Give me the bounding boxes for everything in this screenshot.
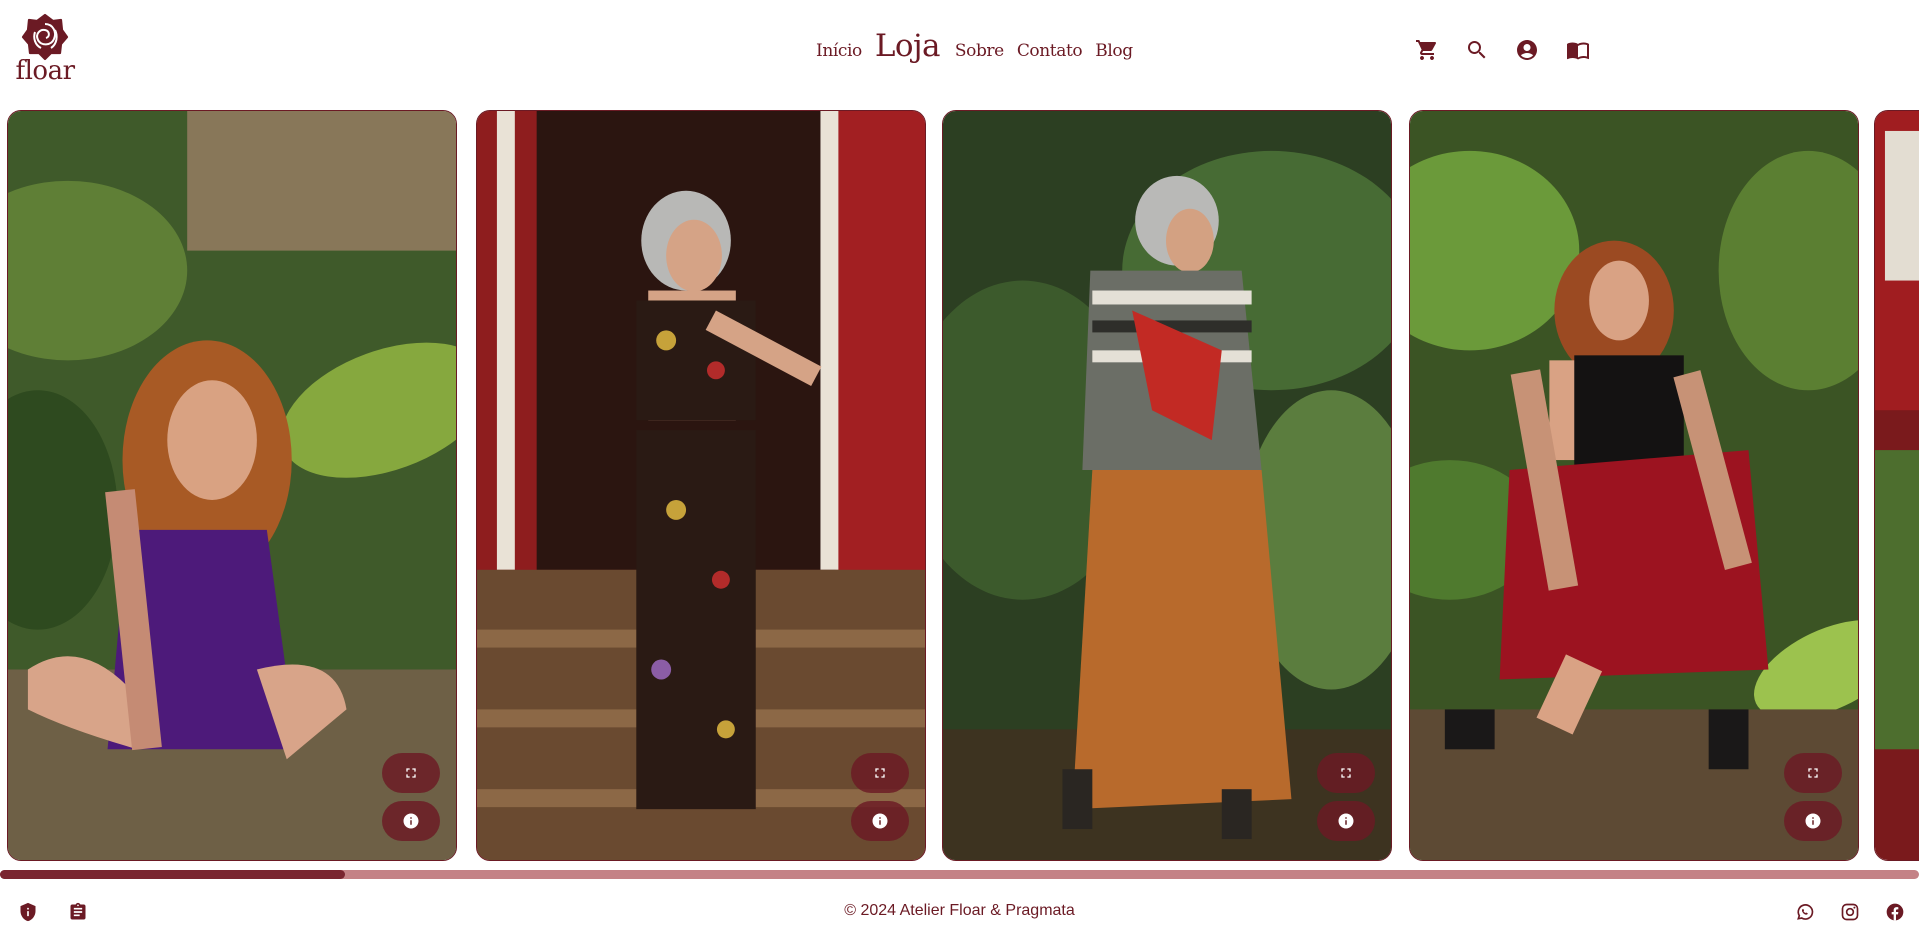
info-icon	[872, 813, 888, 829]
info-button[interactable]	[1784, 801, 1842, 841]
main-nav: Início Loja Sobre Contato Blog	[816, 28, 1146, 68]
fullscreen-icon	[406, 768, 416, 778]
info-icon	[1805, 813, 1821, 829]
nav-link-contato[interactable]: Contato	[1017, 41, 1083, 61]
info-button[interactable]	[1317, 801, 1375, 841]
product-photo[interactable]	[1875, 111, 1919, 860]
whatsapp-icon[interactable]	[1793, 900, 1817, 924]
account-icon[interactable]	[1513, 36, 1541, 64]
info-button[interactable]	[382, 801, 440, 841]
site-header: floar Início Loja Sobre Contato Blog	[0, 0, 1919, 106]
product-card[interactable]	[942, 110, 1392, 861]
site-footer: © 2024 Atelier Floar & Pragmata	[0, 892, 1919, 932]
fullscreen-icon	[1341, 768, 1351, 778]
product-card[interactable]	[1409, 110, 1859, 861]
instagram-icon[interactable]	[1838, 900, 1862, 924]
search-icon[interactable]	[1463, 36, 1491, 64]
nav-link-blog[interactable]: Blog	[1095, 41, 1133, 61]
product-photo[interactable]	[8, 111, 456, 860]
fullscreen-icon	[875, 768, 885, 778]
nav-link-sobre[interactable]: Sobre	[955, 41, 1004, 61]
expand-button[interactable]	[1784, 753, 1842, 793]
product-photo[interactable]	[943, 111, 1391, 860]
nav-link-loja[interactable]: Loja	[875, 28, 941, 64]
product-card[interactable]	[7, 110, 457, 861]
product-card[interactable]	[476, 110, 926, 861]
logo-wordmark: floar	[15, 56, 75, 86]
brand-logo[interactable]: floar	[14, 12, 76, 88]
fullscreen-icon	[1808, 768, 1818, 778]
product-card[interactable]	[1874, 110, 1919, 861]
copyright-text: © 2024 Atelier Floar & Pragmata	[844, 902, 1075, 919]
catalog-icon[interactable]	[1564, 36, 1592, 64]
product-photo[interactable]	[1410, 111, 1858, 860]
expand-button[interactable]	[1317, 753, 1375, 793]
info-icon	[1338, 813, 1354, 829]
cart-icon[interactable]	[1413, 36, 1441, 64]
scrollbar-thumb[interactable]	[0, 870, 345, 879]
product-gallery[interactable]	[0, 110, 1919, 862]
product-photo[interactable]	[477, 111, 925, 860]
info-button[interactable]	[851, 801, 909, 841]
info-icon	[403, 813, 419, 829]
gallery-scrollbar[interactable]	[0, 870, 1919, 879]
facebook-icon[interactable]	[1883, 900, 1907, 924]
nav-link-inicio[interactable]: Início	[816, 41, 862, 61]
expand-button[interactable]	[851, 753, 909, 793]
expand-button[interactable]	[382, 753, 440, 793]
